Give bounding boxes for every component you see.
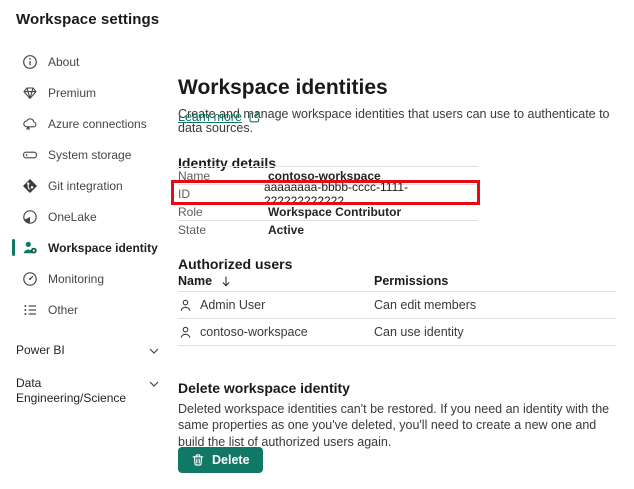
- user-name: Admin User: [200, 298, 265, 312]
- sidebar-item-label: Azure connections: [48, 117, 147, 131]
- learn-more-link[interactable]: Learn more: [178, 110, 261, 124]
- sidebar-section-data-engineering[interactable]: Data Engineering/Science: [0, 376, 156, 410]
- person-icon: [178, 325, 193, 340]
- sidebar-section-power-bi[interactable]: Power BI: [0, 343, 156, 363]
- person-icon: [178, 298, 193, 313]
- premium-gem-icon: [22, 85, 38, 101]
- table-row: Admin User Can edit members: [178, 292, 616, 319]
- chevron-down-icon: [148, 345, 160, 357]
- table-header-row: Name Permissions: [178, 270, 616, 292]
- sidebar-item-label: Workspace identity: [48, 241, 158, 255]
- sidebar-item-other[interactable]: Other: [0, 294, 172, 325]
- authorized-users-table: Name Permissions Admin User Can edit mem…: [178, 270, 616, 346]
- git-branch-icon: [22, 178, 38, 194]
- sidebar-item-azure-connections[interactable]: Azure connections: [0, 108, 172, 139]
- sidebar-item-label: About: [48, 55, 79, 69]
- gauge-icon: [22, 271, 38, 287]
- window-title: Workspace settings: [16, 11, 159, 28]
- user-name: contoso-workspace: [200, 325, 308, 339]
- external-link-icon: [248, 111, 261, 124]
- user-permission: Can use identity: [374, 325, 464, 339]
- delete-button-label: Delete: [212, 453, 250, 467]
- delete-section-heading: Delete workspace identity: [178, 380, 350, 396]
- sort-descending-icon[interactable]: [220, 275, 232, 287]
- sidebar-item-about[interactable]: About: [0, 46, 172, 77]
- info-icon: [22, 54, 38, 70]
- sidebar-item-git-integration[interactable]: Git integration: [0, 170, 172, 201]
- sidebar-item-monitoring[interactable]: Monitoring: [0, 263, 172, 294]
- sidebar-item-system-storage[interactable]: System storage: [0, 139, 172, 170]
- detail-value: aaaaaaaa-bbbb-cccc-1111-222222222222: [264, 180, 478, 208]
- detail-label: Name: [178, 169, 268, 183]
- detail-label: ID: [178, 187, 264, 201]
- sidebar-item-label: OneLake: [48, 210, 97, 224]
- sidebar-item-label: Premium: [48, 86, 96, 100]
- detail-row-state: State Active: [178, 220, 478, 238]
- detail-row-id: ID aaaaaaaa-bbbb-cccc-1111-222222222222: [178, 184, 478, 202]
- sidebar-item-premium[interactable]: Premium: [0, 77, 172, 108]
- identity-details-table: Name contoso-workspace ID aaaaaaaa-bbbb-…: [178, 166, 478, 238]
- sidebar-item-label: Git integration: [48, 179, 123, 193]
- sidebar-section-label: Power BI: [16, 343, 128, 358]
- sidebar-item-workspace-identity[interactable]: Workspace identity: [0, 232, 172, 263]
- chevron-down-icon: [148, 378, 160, 390]
- person-gear-icon: [22, 240, 38, 256]
- onelake-icon: [22, 209, 38, 225]
- sidebar-item-onelake[interactable]: OneLake: [0, 201, 172, 232]
- sidebar-item-label: Other: [48, 303, 78, 317]
- detail-value: Workspace Contributor: [268, 205, 401, 219]
- sidebar-item-label: System storage: [48, 148, 131, 162]
- detail-label: State: [178, 223, 268, 237]
- delete-section-description: Deleted workspace identities can't be re…: [178, 401, 614, 451]
- trash-icon: [191, 453, 205, 467]
- column-header-name[interactable]: Name: [178, 274, 212, 288]
- detail-value: Active: [268, 223, 304, 237]
- user-permission: Can edit members: [374, 298, 476, 312]
- learn-more-label: Learn more: [178, 110, 242, 124]
- settings-sidebar: About Premium Azure connections System s…: [0, 46, 172, 410]
- azure-cloud-icon: [22, 116, 38, 132]
- storage-icon: [22, 147, 38, 163]
- table-row: contoso-workspace Can use identity: [178, 319, 616, 346]
- page-title: Workspace identities: [178, 76, 388, 100]
- selected-indicator-bar: [12, 239, 15, 256]
- delete-button[interactable]: Delete: [178, 447, 263, 473]
- sidebar-section-label: Data Engineering/Science: [16, 376, 128, 406]
- column-header-permissions: Permissions: [374, 274, 448, 288]
- detail-label: Role: [178, 205, 268, 219]
- sidebar-item-label: Monitoring: [48, 272, 104, 286]
- list-icon: [22, 302, 38, 318]
